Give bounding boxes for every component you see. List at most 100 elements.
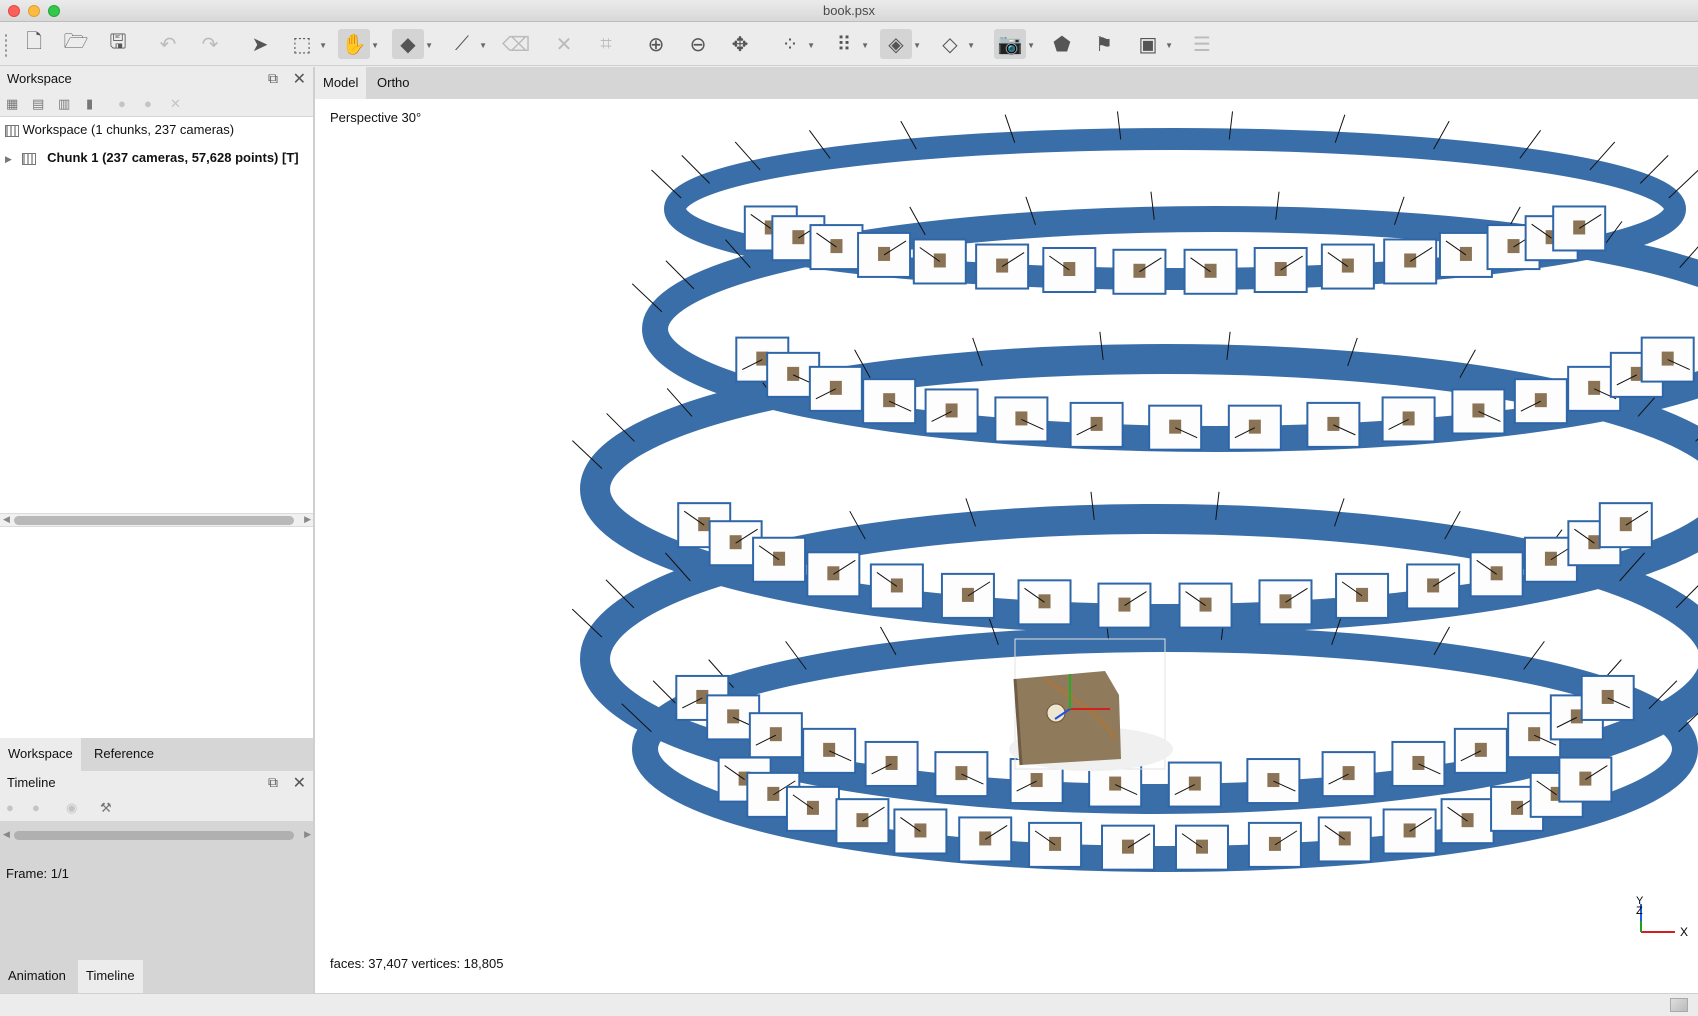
remove-keyframe-icon[interactable]: ● (32, 800, 40, 815)
zoom-in-icon[interactable]: ⊕ (640, 29, 672, 59)
camera-frame[interactable] (1513, 378, 1568, 425)
camera-frame[interactable] (975, 243, 1030, 290)
camera-frame[interactable] (785, 785, 840, 832)
disable-icon[interactable]: ● (144, 96, 152, 111)
camera-frame[interactable] (1552, 205, 1607, 252)
remove-icon[interactable]: ✕ (170, 96, 181, 112)
settings-icon[interactable]: ⚒ (100, 800, 112, 816)
add-photos-icon[interactable]: ▤ (32, 96, 44, 112)
layers-icon[interactable]: ☰ (1186, 29, 1218, 59)
eraser-icon[interactable]: ⌫ (500, 29, 532, 59)
camera-frame[interactable] (1598, 502, 1653, 549)
redo-icon[interactable]: ↷ (194, 29, 226, 59)
camera-icon[interactable]: 📷 ▼ (994, 29, 1035, 59)
tab-reference[interactable]: Reference (86, 738, 162, 771)
camera-frame[interactable] (752, 536, 807, 583)
add-marker-icon[interactable]: ▮ (86, 96, 93, 112)
camera-frame[interactable] (1453, 727, 1508, 774)
open-icon[interactable]: 🗁 (60, 29, 92, 59)
tab-animation[interactable]: Animation (0, 960, 74, 993)
camera-frame[interactable] (1306, 401, 1361, 448)
camera-frame[interactable] (934, 751, 989, 798)
undo-icon[interactable]: ↶ (152, 29, 184, 59)
camera-frame[interactable] (958, 816, 1013, 863)
workspace-horizontal-scrollbar[interactable]: ◀ ▶ (0, 513, 314, 527)
camera-frame[interactable] (1253, 247, 1308, 294)
camera-frame[interactable] (1069, 401, 1124, 448)
camera-frame[interactable] (835, 798, 890, 845)
camera-frame[interactable] (809, 224, 864, 271)
float-panel-icon[interactable]: ⧉ (268, 71, 282, 85)
toolbar-grip[interactable] (4, 33, 8, 57)
add-keyframe-icon[interactable]: ● (6, 800, 14, 815)
camera-frame[interactable] (862, 378, 917, 425)
camera-frame[interactable] (1640, 336, 1695, 383)
camera-frame[interactable] (1227, 404, 1282, 451)
camera-frame[interactable] (1258, 579, 1313, 626)
save-icon[interactable]: 🖫 (102, 29, 134, 59)
camera-frame[interactable] (994, 396, 1049, 443)
scroll-thumb[interactable] (14, 516, 294, 525)
add-chunk-icon[interactable]: ▦ (6, 96, 18, 112)
camera-frame[interactable] (893, 808, 948, 855)
camera-frame[interactable] (1391, 740, 1446, 787)
timeline-scrollbar[interactable]: ◀ ▶ (0, 829, 314, 843)
camera-frame[interactable] (912, 238, 967, 285)
camera-frame[interactable] (1247, 821, 1302, 868)
camera-frame[interactable] (1112, 248, 1167, 295)
camera-frame[interactable] (1042, 247, 1097, 294)
camera-frame[interactable] (1317, 816, 1372, 863)
add-folder-icon[interactable]: ▥ (58, 96, 70, 112)
camera-frame[interactable] (1017, 579, 1072, 626)
camera-frame[interactable] (1580, 674, 1635, 721)
rectangle-select-icon[interactable]: ⬚ ▼ (286, 29, 327, 59)
camera-frame[interactable] (1558, 756, 1613, 803)
new-icon[interactable]: 🗋 (18, 29, 50, 59)
camera-frame[interactable] (1183, 248, 1238, 295)
camera-frame[interactable] (1246, 758, 1301, 805)
model-viewport[interactable]: Y Z X Perspective 30° faces: 37,407 vert… (315, 99, 1698, 993)
dense-points-icon[interactable]: ⠿ ▼ (828, 29, 869, 59)
camera-frame[interactable] (924, 388, 979, 435)
tab-timeline[interactable]: Timeline (78, 960, 143, 993)
timeline-scroll-thumb[interactable] (14, 831, 294, 840)
timeline-scroll-left-icon[interactable]: ◀ (3, 829, 10, 840)
camera-frame[interactable] (1101, 824, 1156, 871)
fit-icon[interactable]: ✥ (724, 29, 756, 59)
book-model[interactable] (1009, 638, 1173, 771)
camera-frame[interactable] (1097, 582, 1152, 629)
camera-frame[interactable] (864, 740, 919, 787)
camera-frame[interactable] (1335, 572, 1390, 619)
tree-workspace-root[interactable]: Workspace (1 chunks, 237 cameras) (5, 122, 234, 144)
camera-frame[interactable] (869, 563, 924, 610)
camera-frame[interactable] (857, 231, 912, 278)
camera-frame[interactable] (1148, 404, 1203, 451)
scroll-left-icon[interactable]: ◀ (3, 514, 10, 525)
camera-frame[interactable] (1382, 808, 1437, 855)
model-icon[interactable]: ⬟ (1046, 29, 1078, 59)
tree-chunk-1[interactable]: ▶ Chunk 1 (237 cameras, 57,628 points) [… (5, 150, 299, 172)
camera-frame[interactable] (1469, 551, 1524, 598)
points-icon[interactable]: ⁘ ▼ (774, 29, 815, 59)
camera-frame[interactable] (806, 551, 861, 598)
scroll-right-icon[interactable]: ▶ (304, 514, 311, 525)
camera-frame[interactable] (748, 712, 803, 759)
camera-frame[interactable] (802, 727, 857, 774)
pointer-icon[interactable]: ➤ (244, 29, 276, 59)
play-icon[interactable]: ◉ (66, 800, 77, 816)
camera-frame[interactable] (1381, 396, 1436, 443)
close-panel-icon[interactable]: ✕ (293, 69, 306, 89)
camera-scene[interactable]: Y Z X (315, 99, 1698, 993)
camera-frame[interactable] (1028, 821, 1083, 868)
tab-model[interactable]: Model (315, 67, 367, 99)
tab-workspace[interactable]: Workspace (0, 738, 81, 771)
close-timeline-icon[interactable]: ✕ (293, 773, 306, 793)
camera-frame[interactable] (1438, 231, 1493, 278)
camera-frame[interactable] (1178, 582, 1233, 629)
crop-icon[interactable]: ⌗ (590, 29, 622, 59)
camera-frame[interactable] (1321, 751, 1376, 798)
camera-frame[interactable] (1406, 563, 1461, 610)
camera-frame[interactable] (1451, 388, 1506, 435)
rotate-object-icon[interactable]: ◆ ▼ (392, 29, 433, 59)
camera-frame[interactable] (808, 365, 863, 412)
